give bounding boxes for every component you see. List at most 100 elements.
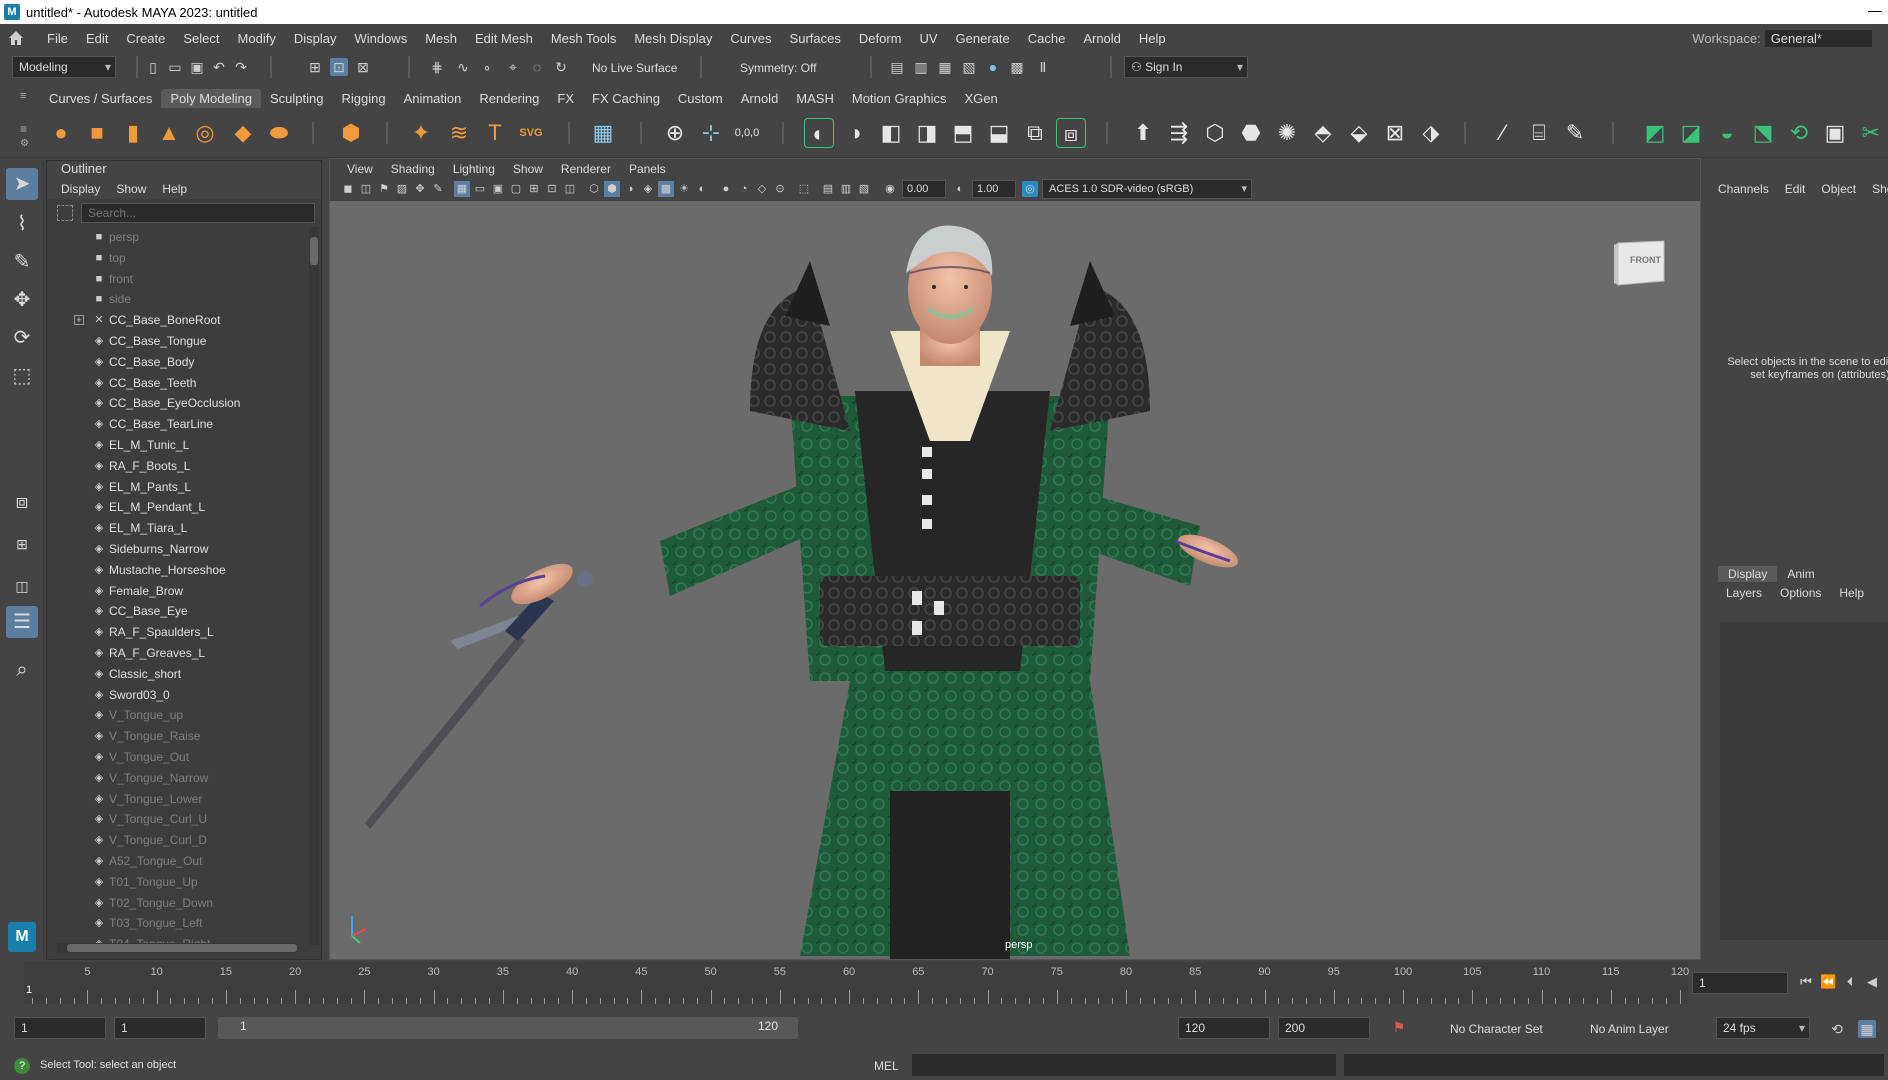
scene-start-field[interactable]: 1 (14, 1017, 106, 1039)
snap-curve-icon[interactable]: ∿ (454, 58, 472, 76)
bridge-icon[interactable]: ⇶ (1164, 118, 1194, 148)
render-view-icon[interactable]: ▩ (1008, 58, 1026, 76)
select-component-icon[interactable]: ⊠ (354, 58, 372, 76)
bevel-icon[interactable]: ⬡ (1200, 118, 1230, 148)
layer-menu-help[interactable]: Help (1839, 586, 1864, 600)
poly-cube-icon[interactable]: ■ (82, 118, 112, 148)
menu-surfaces[interactable]: Surfaces (781, 31, 850, 46)
viewport-scene[interactable]: FRONT persp (330, 201, 1700, 959)
append-polygon-icon[interactable]: ⬣ (1236, 118, 1266, 148)
filter-icon[interactable] (57, 205, 73, 221)
outliner-item[interactable]: ◈ V_Tongue_Out (47, 747, 307, 768)
shelf-tab-rigging[interactable]: Rigging (332, 89, 394, 108)
rotate-tool-icon[interactable]: ⟳ (6, 322, 38, 354)
outliner-vertical-scrollbar[interactable] (309, 227, 319, 945)
safe-action-icon[interactable]: ⊡ (544, 181, 560, 197)
uv-automatic-icon[interactable]: ⬔ (1748, 118, 1778, 148)
viewport-menu-lighting[interactable]: Lighting (444, 159, 504, 179)
sweep-mesh-icon[interactable]: ≋ (444, 118, 474, 148)
xray-icon[interactable]: ▤ (820, 181, 836, 197)
live-surface-label[interactable]: No Live Surface (592, 61, 677, 75)
xray-joints-icon[interactable]: ▥ (838, 181, 854, 197)
menu-edit[interactable]: Edit (77, 31, 117, 46)
layer-list[interactable] (1720, 622, 1888, 940)
scroll-thumb[interactable] (310, 237, 318, 265)
uv-unfold-icon[interactable]: ⟲ (1784, 118, 1814, 148)
poly-torus-icon[interactable]: ◎ (190, 118, 220, 148)
insert-edge-loop-icon[interactable]: ✺ (1272, 118, 1302, 148)
resolution-gate-icon[interactable]: ▣ (490, 181, 506, 197)
step-back-icon[interactable]: ⏪ (1820, 974, 1836, 990)
poly-plane-icon[interactable]: ◆ (228, 118, 258, 148)
outliner-item[interactable]: ◈ Female_Brow (47, 581, 307, 602)
anim-layer-label[interactable]: No Anim Layer (1590, 1022, 1669, 1036)
workspace-value[interactable]: General* (1764, 30, 1872, 47)
minimize-button[interactable]: — (1868, 2, 1882, 18)
anti-aliasing-icon[interactable]: ◇ (754, 181, 770, 197)
render-sequence-icon[interactable]: ▥ (912, 58, 930, 76)
channelbox-menu-edit[interactable]: Edit (1785, 182, 1806, 196)
viewport-menu-renderer[interactable]: Renderer (552, 159, 620, 179)
snap-view-icon[interactable]: ⌖ (504, 58, 522, 76)
help-icon[interactable]: ? (14, 1058, 30, 1074)
menu-cache[interactable]: Cache (1019, 31, 1075, 46)
boolean-icon[interactable]: ⬒ (948, 118, 978, 148)
layer-tab-display[interactable]: Display (1718, 566, 1778, 582)
menu-modify[interactable]: Modify (229, 31, 285, 46)
camera-attributes-icon[interactable]: ◫ (358, 181, 374, 197)
outliner-item[interactable]: ◈ V_Tongue_Raise (47, 726, 307, 747)
outliner-search-input[interactable] (81, 203, 315, 223)
shelf-tab-fx-caching[interactable]: FX Caching (583, 89, 669, 108)
wedge-icon[interactable]: ⊠ (1380, 118, 1410, 148)
symmetry-label[interactable]: Symmetry: Off (740, 61, 816, 75)
depth-of-field-icon[interactable]: ⊙ (772, 181, 788, 197)
freeze-transform-icon[interactable]: ⊹ (696, 118, 726, 148)
separate-icon[interactable]: ◧ (876, 118, 906, 148)
fill-hole-icon[interactable]: ⧈ (1056, 118, 1086, 148)
outliner-item[interactable]: ◈ T01_Tongue_Up (47, 872, 307, 893)
platonic-solid-icon[interactable]: ⬢ (336, 118, 366, 148)
select-object-icon[interactable]: ⊡ (330, 58, 348, 76)
gamma-field[interactable]: 1.00 (972, 180, 1016, 198)
open-scene-icon[interactable]: ▭ (166, 58, 184, 76)
shelf-tab-arnold[interactable]: Arnold (732, 89, 788, 108)
uv-editor-icon[interactable]: ⌸ (1524, 118, 1554, 148)
new-scene-icon[interactable]: ▯ (144, 58, 162, 76)
expand-icon[interactable]: + (74, 315, 84, 326)
film-gate-icon[interactable]: ▭ (472, 181, 488, 197)
outliner-item[interactable]: ◈ CC_Base_Eye (47, 601, 307, 622)
outliner-item[interactable]: ◈ EL_M_Pants_L (47, 477, 307, 498)
outliner-item[interactable]: ◈ CC_Base_Teeth (47, 373, 307, 394)
viewport-menu-view[interactable]: View (338, 159, 382, 179)
color-management-icon[interactable]: ◎ (1022, 181, 1038, 197)
uv-spherical-icon[interactable]: ◒ (1712, 118, 1742, 148)
safe-title-icon[interactable]: ◫ (562, 181, 578, 197)
current-frame-field[interactable]: 1 (1692, 972, 1788, 994)
exposure-field[interactable]: 0.00 (902, 180, 946, 198)
sculpt-brush-icon[interactable]: ⁄ (1488, 118, 1518, 148)
menu-generate[interactable]: Generate (947, 31, 1019, 46)
poly-sphere-icon[interactable]: ● (46, 118, 76, 148)
outliner-item[interactable]: ◈ A52_Tongue_Out (47, 851, 307, 872)
maya-home-icon[interactable]: M (8, 922, 36, 952)
poly-cylinder-icon[interactable]: ▮ (118, 118, 148, 148)
outliner-item[interactable]: ◈ Mustache_Horseshoe (47, 560, 307, 581)
outliner-item[interactable]: ◈ EL_M_Tiara_L (47, 518, 307, 539)
menu-edit-mesh[interactable]: Edit Mesh (466, 31, 542, 46)
outliner-item[interactable]: ◈ V_Tongue_Curl_D (47, 830, 307, 851)
channelbox-menu-object[interactable]: Object (1821, 182, 1856, 196)
uv-cylindrical-icon[interactable]: ◪ (1676, 118, 1706, 148)
center-pivot-icon[interactable]: ⊕ (660, 118, 690, 148)
menu-help[interactable]: Help (1130, 31, 1175, 46)
outliner-menu-help[interactable]: Help (162, 179, 187, 199)
outliner-item[interactable]: ◈ Sword03_0 (47, 685, 307, 706)
paint-icon[interactable]: ✎ (1560, 118, 1590, 148)
layer-tab-anim[interactable]: Anim (1777, 566, 1824, 582)
ipr-render-icon[interactable]: ▦ (936, 58, 954, 76)
uv-cut-icon[interactable]: ✂ (1856, 118, 1886, 148)
wireframe-on-shaded-icon[interactable]: ◈ (640, 181, 656, 197)
mirror-icon[interactable]: ⧉ (1020, 118, 1050, 148)
outliner-item[interactable]: ■ top (47, 248, 307, 269)
redo-icon[interactable]: ↷ (232, 58, 250, 76)
menu-mesh-display[interactable]: Mesh Display (625, 31, 721, 46)
